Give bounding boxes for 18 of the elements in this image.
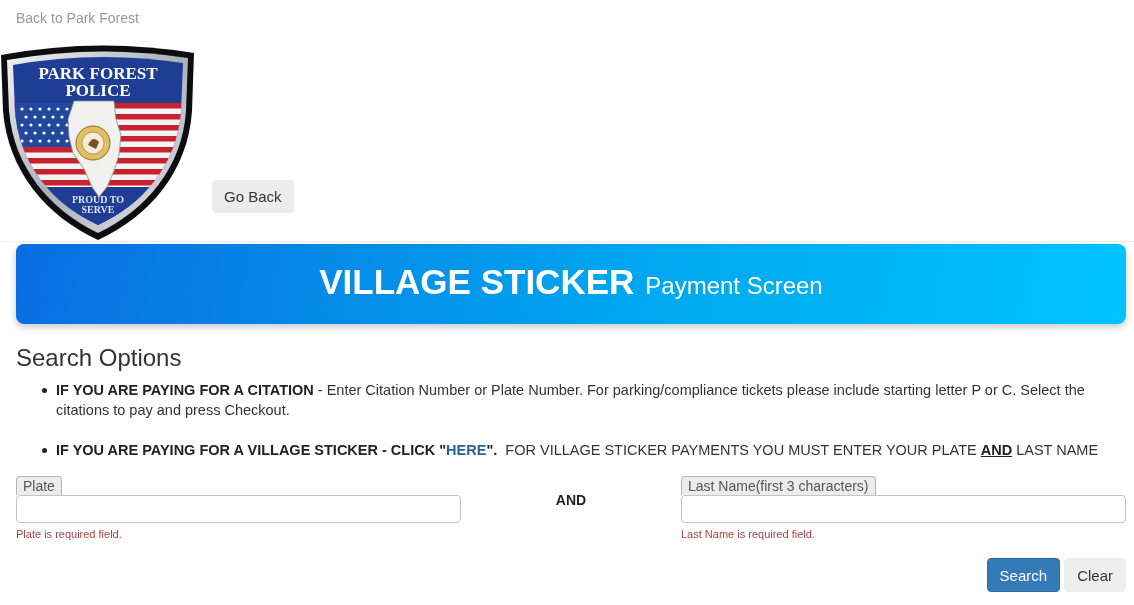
- clear-button[interactable]: Clear: [1064, 558, 1126, 592]
- field-label: Last Name(first 3 characters): [681, 476, 876, 495]
- connector-label: AND: [555, 492, 587, 508]
- banner-subtitle: Payment Screen: [645, 271, 823, 301]
- instruction-text: IF YOU ARE PAYING FOR A VILLAGE STICKER - CLICK "HERE". FOR VILLAGE STICKER PAYMENTS YOU MUST ENTER YOUR PLATE AND LAST NAME: [56, 441, 1099, 460]
- here-link[interactable]: HERE: [446, 442, 487, 458]
- bullet-icon: [42, 448, 47, 453]
- search-button[interactable]: Search: [986, 558, 1061, 592]
- go-back-button[interactable]: Go Back: [212, 180, 294, 213]
- error-message: Plate is required field.: [16, 527, 122, 541]
- text-field[interactable]: [16, 495, 461, 523]
- banner-title: VILLAGE STICKER: [319, 261, 635, 303]
- section-title: Search Options: [16, 344, 183, 372]
- bullet-icon: [42, 388, 47, 393]
- error-message: Last Name is required field.: [681, 527, 815, 541]
- field-label: Plate: [16, 476, 62, 495]
- instruction-text: IF YOU ARE PAYING FOR A CITATION - Enter Citation Number or Plate Number. For parking/compliance tickets please include starting letter P or C. Select the citations to pay and press Checkout.: [56, 381, 1086, 420]
- text-field[interactable]: [681, 495, 1126, 523]
